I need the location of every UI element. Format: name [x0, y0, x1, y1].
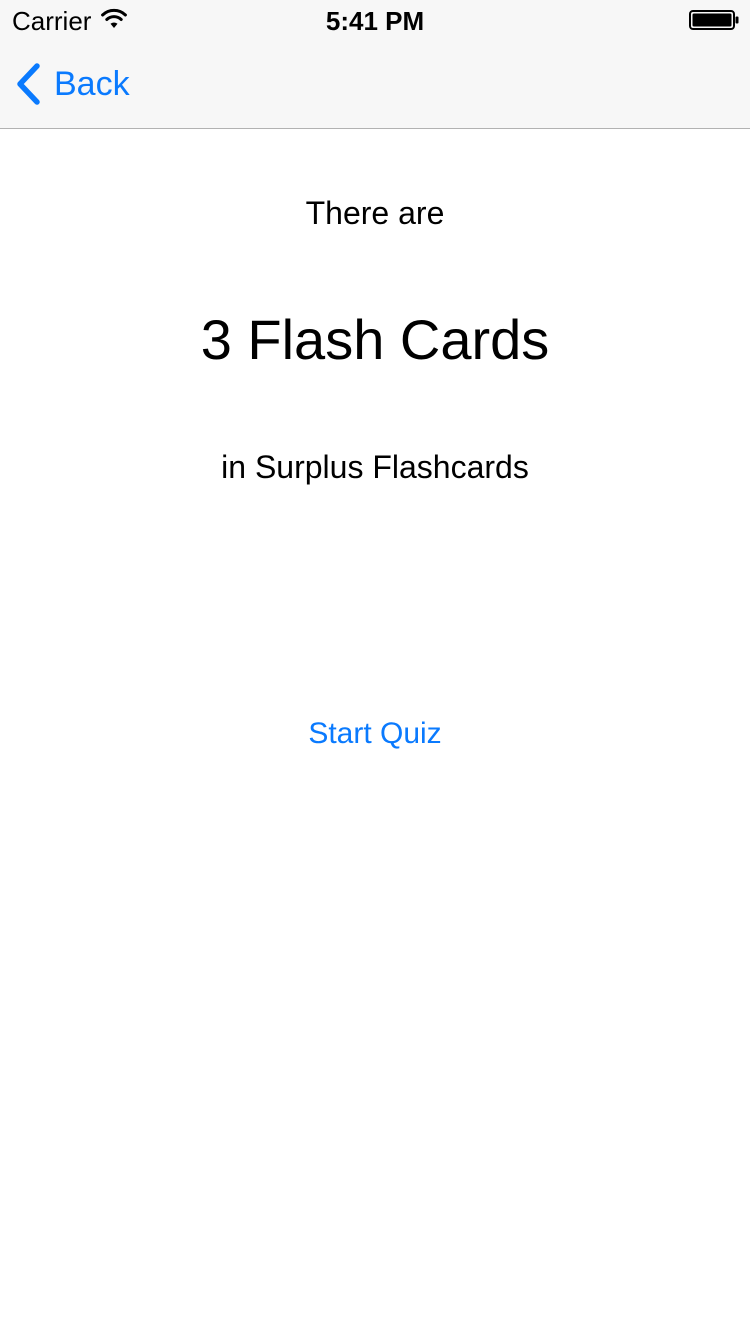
status-bar: Carrier 5:41 PM — [0, 0, 750, 40]
deck-name-text: in Surplus Flashcards — [221, 449, 529, 485]
status-time: 5:41 PM — [325, 6, 425, 36]
start-quiz-button[interactable]: Start Quiz — [275, 710, 475, 758]
flash-card-count: 3 Flash Cards — [200, 308, 550, 371]
chevron-left-icon — [17, 63, 40, 105]
back-button-label: Back — [54, 65, 130, 103]
intro-text: There are — [305, 195, 445, 231]
back-button[interactable]: Back — [14, 60, 130, 108]
navigation-bar: Back — [0, 40, 750, 129]
battery-full-icon — [689, 10, 739, 30]
screen: Carrier 5:41 PM Back There are 3 Flash C… — [0, 0, 750, 1334]
